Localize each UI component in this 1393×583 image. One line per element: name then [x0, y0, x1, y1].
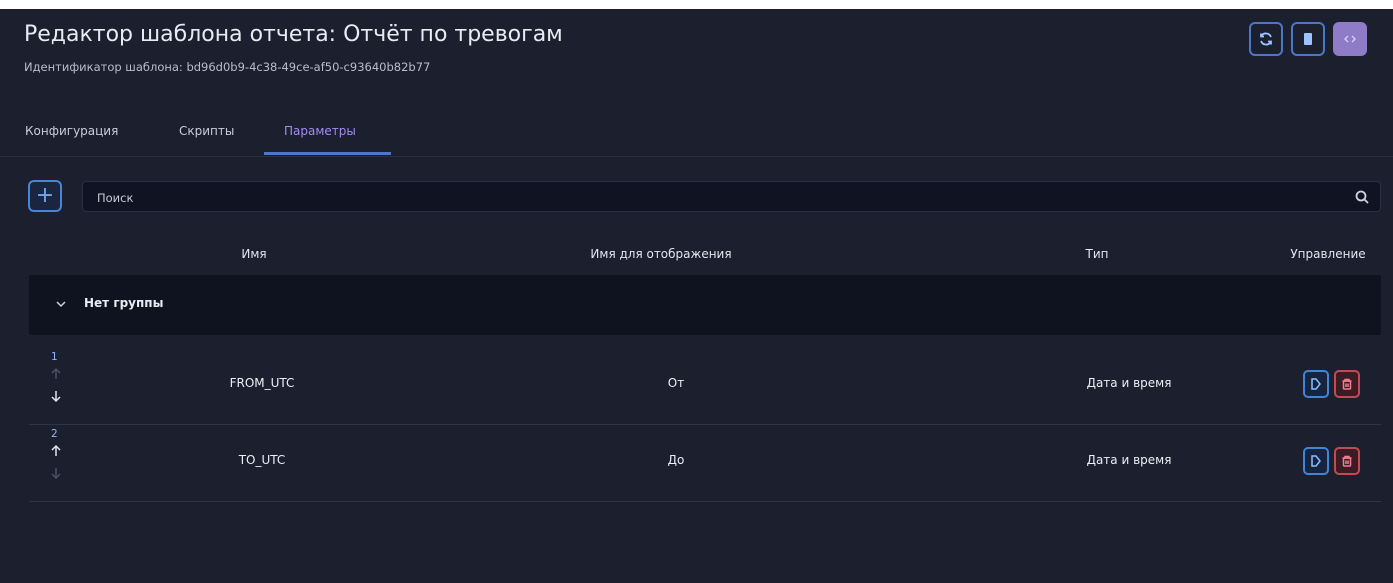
tab-configuration[interactable]: Конфигурация [25, 124, 118, 138]
edit-button[interactable] [1303, 370, 1329, 398]
template-id-label: Идентификатор шаблона: bd96d0b9-4c38-49c… [24, 60, 431, 74]
row-index: 2 [51, 428, 58, 440]
save-button[interactable] [1291, 22, 1325, 56]
edit-icon [1311, 378, 1321, 390]
group-row[interactable]: Нет группы [29, 275, 1381, 335]
param-display-name: От [667, 376, 685, 390]
search-icon[interactable] [1354, 189, 1370, 205]
search-bar [82, 181, 1381, 213]
param-type: Дата и время [1086, 376, 1172, 390]
add-parameter-button[interactable]: + [28, 180, 62, 212]
tab-parameters[interactable]: Параметры [284, 124, 356, 138]
delete-button[interactable] [1334, 447, 1360, 475]
page-title: Редактор шаблона отчета: Отчёт по тревог… [24, 22, 563, 47]
column-header-actions: Управление [1290, 247, 1366, 261]
param-name: FROM_UTC [229, 376, 295, 390]
search-input[interactable] [95, 182, 1339, 213]
code-button[interactable] [1333, 22, 1367, 56]
param-display-name: До [667, 453, 685, 467]
trash-icon [1342, 455, 1352, 467]
edit-button[interactable] [1303, 447, 1329, 475]
refresh-icon [1260, 32, 1272, 46]
param-type: Дата и время [1086, 453, 1172, 467]
delete-button[interactable] [1334, 370, 1360, 398]
refresh-button[interactable] [1249, 22, 1283, 56]
tab-bar: Конфигурация Скрипты Параметры [0, 118, 1393, 157]
table-row: 2 TO_UTC До Дата и время [29, 425, 1381, 502]
move-up-icon [51, 367, 61, 379]
tab-scripts[interactable]: Скрипты [179, 124, 234, 138]
code-icon [1344, 35, 1356, 43]
move-down-icon [51, 468, 61, 480]
move-up-icon[interactable] [49, 444, 63, 458]
group-label: Нет группы [84, 296, 164, 310]
edit-icon [1311, 455, 1321, 467]
move-down-icon[interactable] [49, 389, 63, 403]
save-icon [1304, 33, 1312, 45]
column-header-type[interactable]: Тип [1086, 247, 1109, 261]
active-tab-indicator [264, 152, 391, 155]
column-header-display-name[interactable]: Имя для отображения [590, 247, 731, 261]
column-header-name[interactable]: Имя [241, 247, 266, 261]
row-index: 1 [51, 351, 58, 363]
window-top-strip [0, 0, 1393, 9]
chevron-down-icon[interactable] [55, 298, 67, 310]
param-name: TO_UTC [238, 453, 286, 467]
trash-icon [1342, 378, 1352, 390]
header-actions [1249, 22, 1367, 56]
table-row: 1 FROM_UTC От Дата и время [29, 348, 1381, 425]
